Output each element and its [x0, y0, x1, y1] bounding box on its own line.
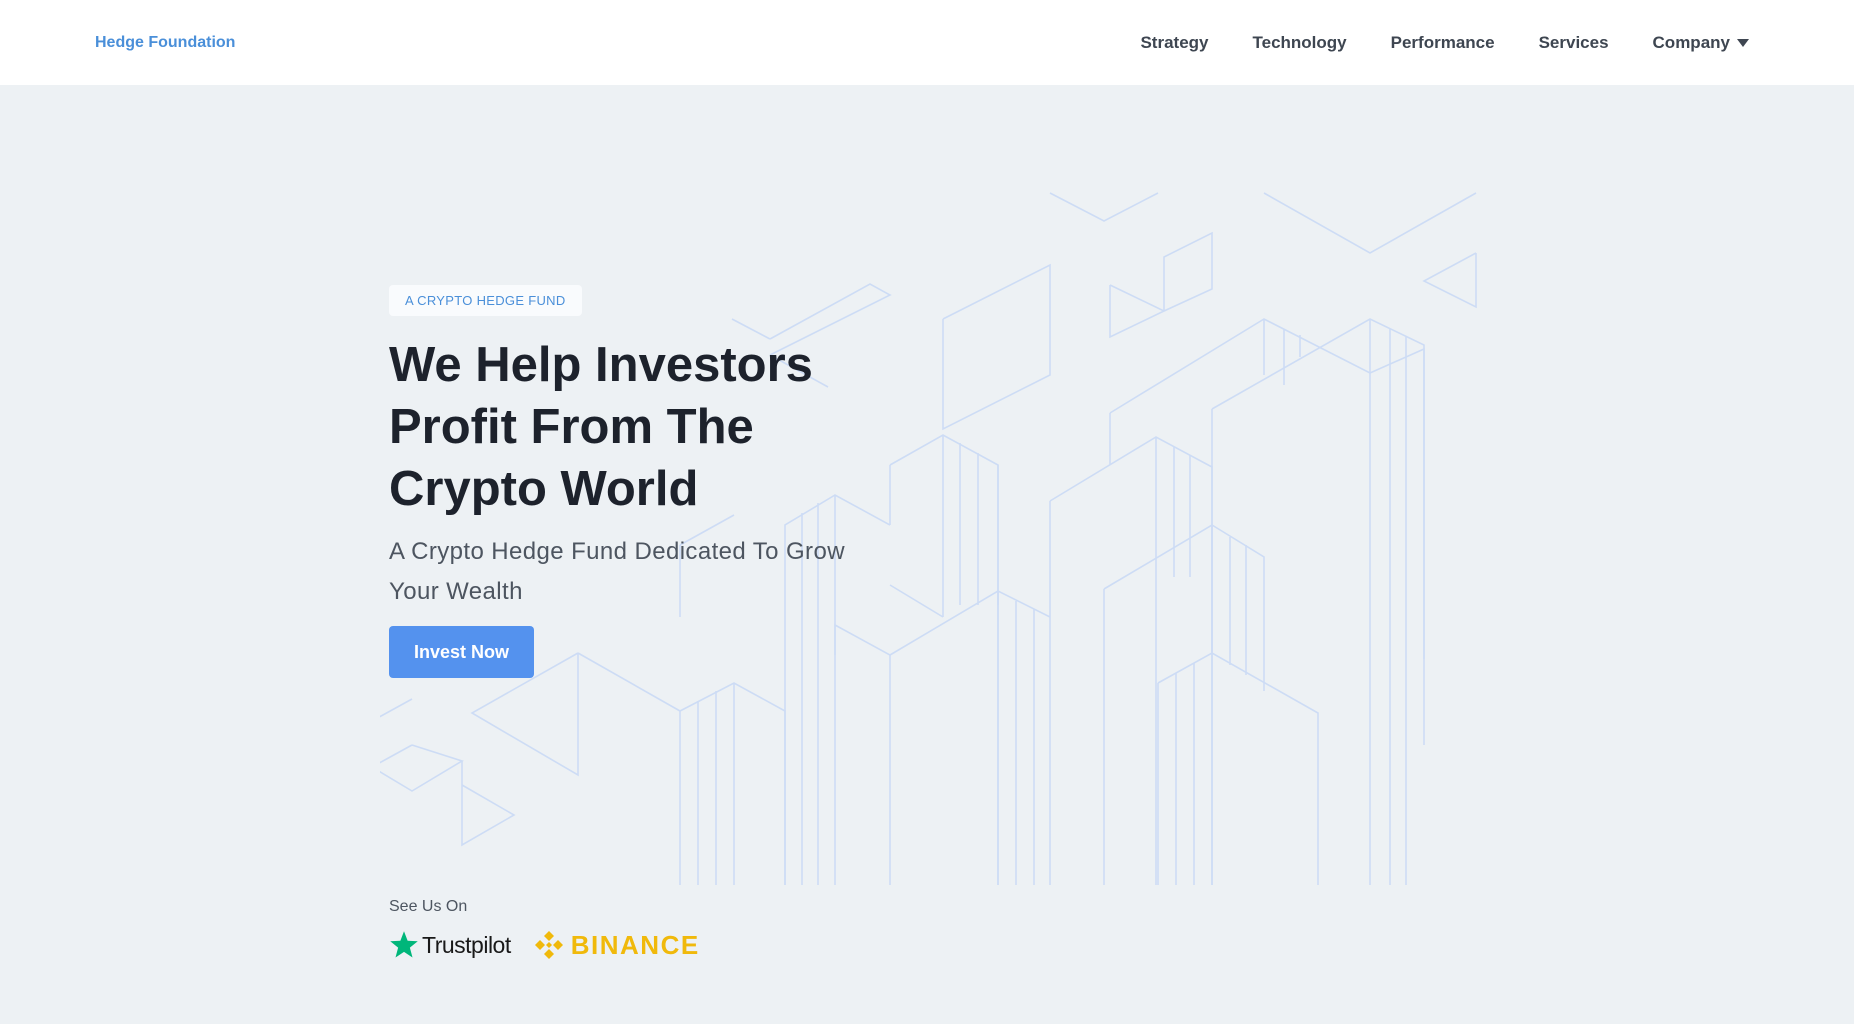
binance-logo-link[interactable]: BINANCE	[533, 929, 700, 961]
hero-headline: We Help Investors Profit From The Crypto…	[389, 338, 813, 516]
trustpilot-logo-link[interactable]: Trustpilot	[389, 930, 511, 960]
binance-wordmark: BINANCE	[570, 929, 700, 960]
nav-link-performance[interactable]: Performance	[1391, 33, 1495, 53]
nav-dropdown-company-label: Company	[1652, 32, 1730, 52]
binance-diamond-icon	[534, 931, 563, 959]
main-nav: Strategy Technology Performance Services…	[1140, 33, 1749, 53]
trustpilot-star-icon	[390, 931, 418, 958]
hero-subheading: A Crypto Hedge Fund Dedicated To Grow Yo…	[389, 538, 845, 605]
trustpilot-wordmark: Trustpilot	[422, 931, 511, 958]
nav-link-strategy[interactable]: Strategy	[1140, 33, 1208, 53]
brand-logo-link[interactable]: Hedge Foundation	[95, 34, 235, 52]
hero-section: A CRYPTO HEDGE FUND We Help Investors Pr…	[389, 285, 869, 678]
partner-logos: Trustpilot BINANCE	[389, 929, 700, 961]
nav-link-services[interactable]: Services	[1539, 33, 1609, 53]
caret-down-icon	[1737, 39, 1749, 47]
nav-link-technology[interactable]: Technology	[1253, 33, 1347, 53]
partners-section: See Us On Trustpilot BINANCE	[389, 898, 700, 961]
partners-label: See Us On	[389, 898, 468, 915]
top-navbar: Hedge Foundation Strategy Technology Per…	[0, 0, 1854, 85]
hero-eyebrow-badge: A CRYPTO HEDGE FUND	[389, 285, 582, 316]
invest-now-button[interactable]: Invest Now	[389, 626, 534, 678]
nav-dropdown-company[interactable]: Company	[1653, 33, 1749, 53]
